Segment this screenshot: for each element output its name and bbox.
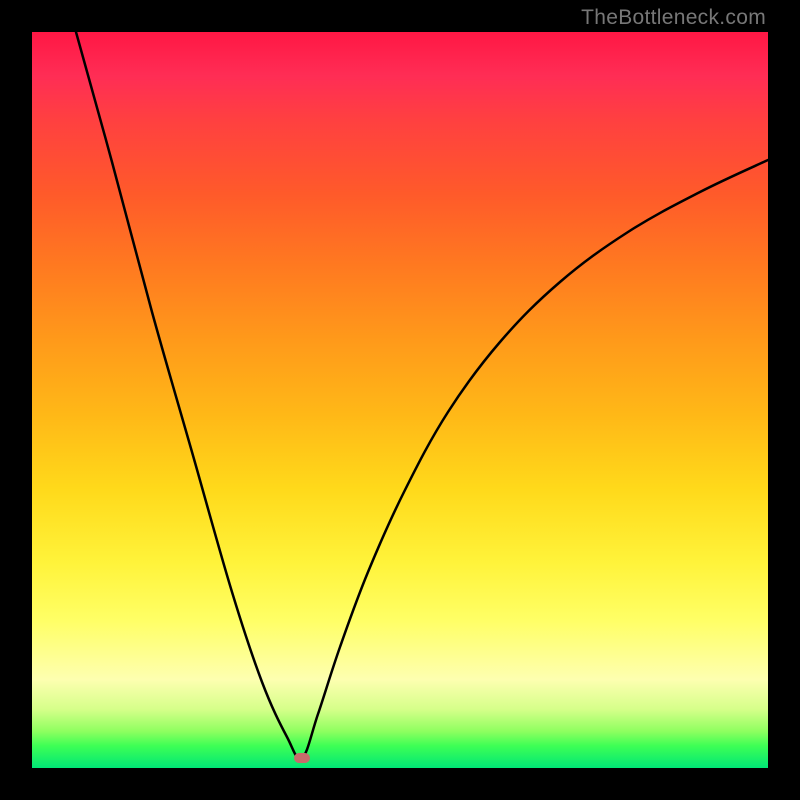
dip-marker <box>294 753 310 763</box>
watermark-text: TheBottleneck.com <box>581 6 766 30</box>
bottleneck-curve <box>32 32 768 768</box>
chart-plot-area <box>32 32 768 768</box>
